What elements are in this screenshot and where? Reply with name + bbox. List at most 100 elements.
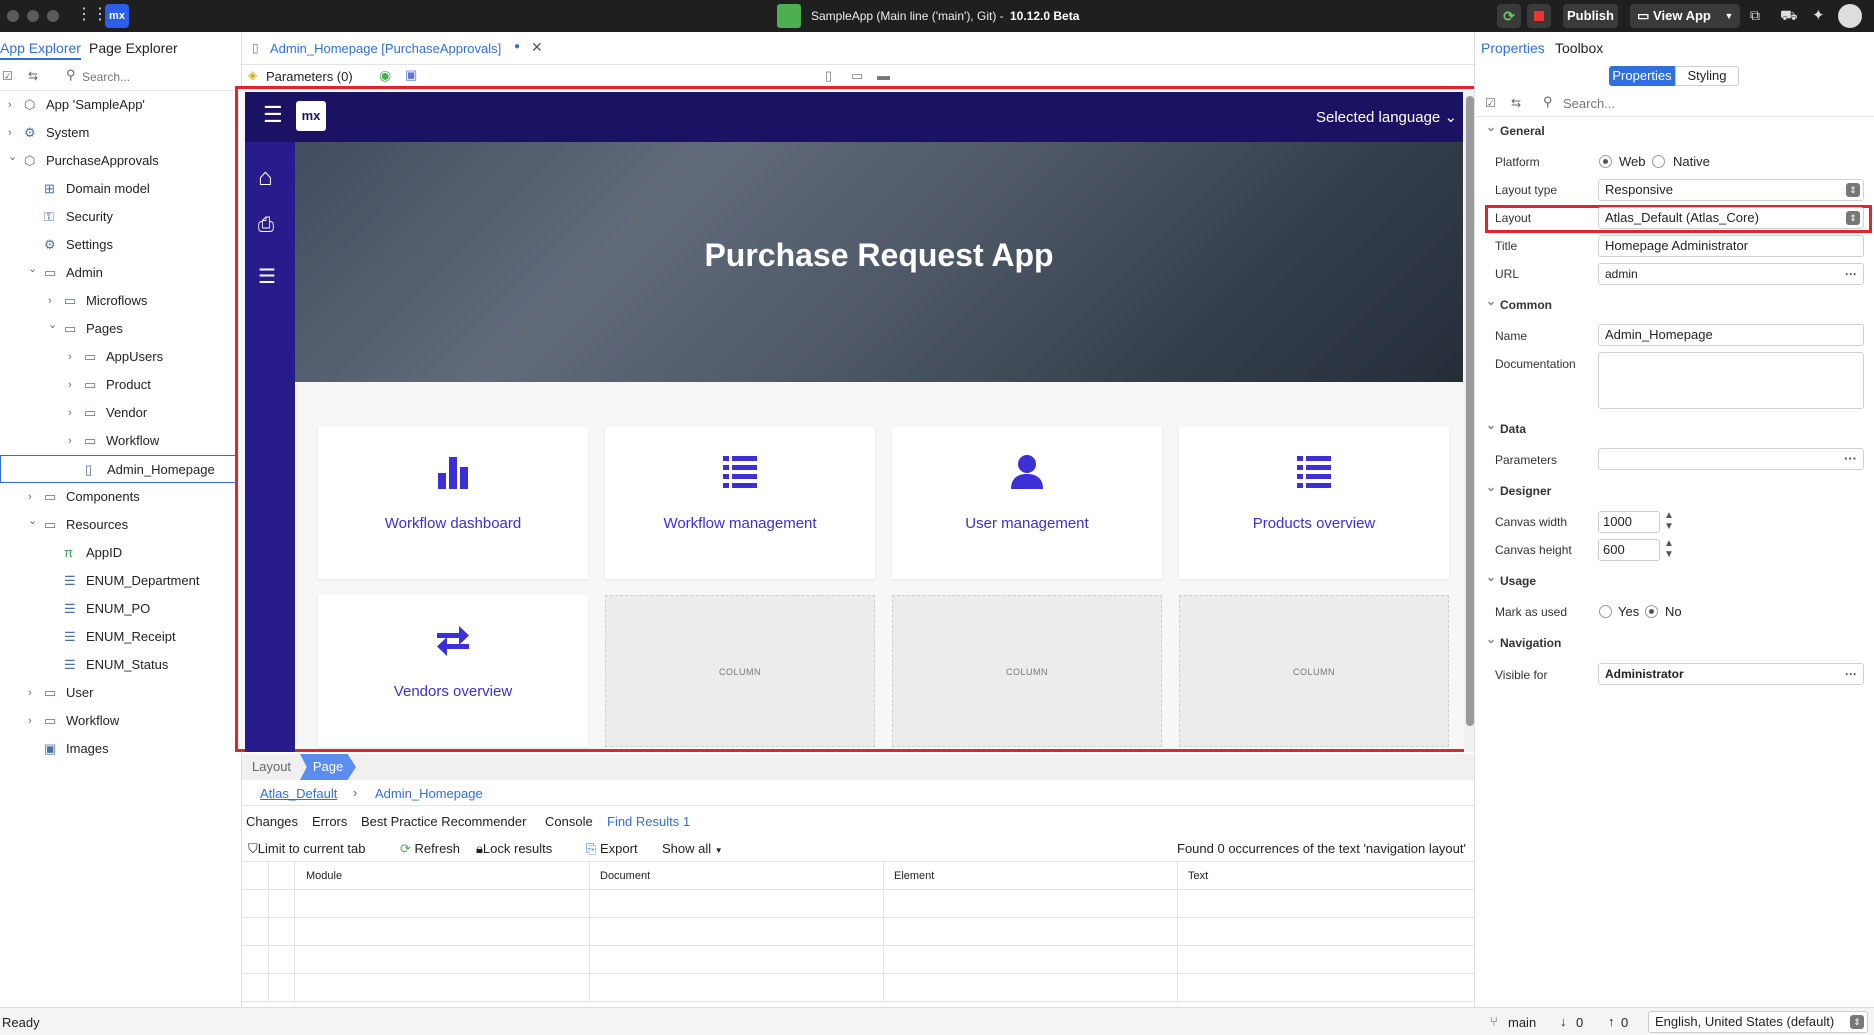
hamburger-icon[interactable]: ☰ [263,102,283,128]
card-user-management[interactable]: User management [892,427,1162,579]
marketplace-icon[interactable]: ⛟ [1780,7,1798,26]
stop-button[interactable] [1527,4,1551,28]
mark-no-radio[interactable] [1645,605,1658,618]
subtab-styling[interactable]: Styling [1675,66,1739,86]
tree-item[interactable]: ⌄ ▭ Resources [0,511,240,539]
column-placeholder[interactable]: COLUMN [605,595,875,747]
explorer-search-input[interactable] [82,67,237,87]
tree-item[interactable]: ⌄ ⬡ PurchaseApprovals [0,147,240,175]
inbox-icon[interactable]: ⎙ [258,214,274,237]
publish-button[interactable]: Publish [1563,4,1618,28]
desktop-icon[interactable]: ▬ [877,68,890,83]
tree-item[interactable]: ⌄ ▭ Admin [0,259,240,287]
subtab-properties[interactable]: Properties [1609,66,1675,86]
col-header-element[interactable]: Element [894,870,934,882]
view-app-dropdown[interactable]: ▼ [1718,4,1740,28]
section-usage[interactable]: Usage [1486,570,1536,588]
sparkle-icon[interactable]: ✦ [1812,6,1825,24]
tree-item[interactable]: ⚿ Security [0,203,240,231]
tree-item[interactable]: ⌄ ▭ Pages [0,315,240,343]
canvas-width-field[interactable]: 1000 [1598,511,1660,533]
tab-app-explorer[interactable]: App Explorer [0,40,81,60]
tree-item[interactable]: › ⚙ System [0,119,240,147]
section-navigation[interactable]: Navigation [1486,632,1561,650]
tree-item[interactable]: › ▭ Microflows [0,287,240,315]
tree-item[interactable]: › ▭ Workflow [0,427,240,455]
section-data[interactable]: Data [1486,418,1526,436]
mark-yes-radio[interactable] [1599,605,1612,618]
tree-item[interactable]: ⊞ Domain model [0,175,240,203]
export-button[interactable]: ⎘ Export [586,841,638,857]
col-header-module[interactable]: Module [306,870,342,882]
chevron-right-icon[interactable]: › [28,679,38,707]
eye-icon[interactable]: ◉ [379,67,391,84]
canvas-width-stepper[interactable]: ▲ ▼ [1664,510,1674,532]
show-all-dropdown[interactable]: Show all ▼ [662,841,723,856]
section-common[interactable]: Common [1486,294,1552,312]
col-header-text[interactable]: Text [1188,870,1208,882]
tab-console[interactable]: Console [545,814,593,829]
list-icon[interactable]: ☰ [258,264,276,289]
scrollbar-thumb[interactable] [1466,96,1474,726]
lock-results-button[interactable]: 🔒︎Lock results [476,841,552,857]
window-icon[interactable]: ⧉ [1750,7,1760,24]
card-workflow-management[interactable]: Workflow management [605,427,875,579]
minimize-window-button[interactable] [27,10,39,22]
platform-native-radio[interactable] [1652,155,1665,168]
platform-web-radio[interactable] [1599,155,1612,168]
chevron-right-icon[interactable]: › [28,707,38,735]
more-icon[interactable]: ··· [1845,664,1857,684]
phone-icon[interactable]: ▯ [825,68,832,84]
tree-item[interactable]: ☰ ENUM_Department [0,567,240,595]
chevron-right-icon[interactable]: › [68,399,78,427]
tree-item[interactable]: ☰ ENUM_Status [0,651,240,679]
tree-item[interactable]: › ▭ User [0,679,240,707]
col-header-document[interactable]: Document [600,870,650,882]
card-vendors-overview[interactable]: Vendors overview [318,595,588,747]
tree-item[interactable]: ▯ Admin_Homepage [0,455,242,483]
tree-item[interactable]: ☰ ENUM_PO [0,595,240,623]
collapse-all-icon[interactable]: ☑ [2,69,13,83]
chevron-down-icon[interactable]: ⌄ [28,507,38,535]
refresh-button[interactable]: ⟳ Refresh [400,841,460,857]
limit-to-tab-button[interactable]: ⛉Limit to current tab [248,841,365,857]
language-select[interactable]: English, United States (default) ⇕ [1648,1011,1868,1033]
language-selector[interactable]: Selected language ⌄ [1316,108,1457,126]
tree-item[interactable]: ▣ Images [0,735,240,763]
chevron-down-icon[interactable]: ⌄ [28,255,38,283]
tab-page[interactable]: Page [300,754,356,780]
avatar[interactable] [1838,4,1862,28]
chevron-down-icon[interactable]: ⌄ [8,143,18,171]
view-app-button[interactable]: ▭ View App [1630,4,1718,28]
card-products-overview[interactable]: Products overview [1179,427,1449,579]
tab-changes[interactable]: Changes [246,814,298,829]
column-placeholder[interactable]: COLUMN [1179,595,1449,747]
chevron-right-icon[interactable]: › [68,343,78,371]
properties-search-input[interactable] [1563,93,1863,113]
visible-for-field[interactable]: Administrator ··· [1598,663,1864,685]
url-field[interactable]: admin ··· [1598,263,1864,285]
home-icon[interactable]: ⌂ [258,164,273,192]
page-canvas[interactable]: ☰ mx Selected language ⌄ ⌂ ⎙ ☰ Purchase … [235,86,1479,752]
tree-item[interactable]: ☰ ENUM_Receipt [0,623,240,651]
section-general[interactable]: General [1486,120,1545,138]
more-icon[interactable]: ··· [1845,264,1857,284]
layout-type-select[interactable]: Responsive ⇕ [1598,179,1864,201]
tree-item[interactable]: › ▭ Workflow [0,707,240,735]
tree-item[interactable]: › ⬡ App 'SampleApp' [0,91,240,119]
name-field[interactable]: Admin_Homepage [1598,324,1864,346]
editor-tab-label[interactable]: Admin_Homepage [PurchaseApprovals] [270,41,501,56]
expand-all-icon[interactable]: ⇆ [1511,96,1521,110]
tree-item[interactable]: π AppID [0,539,240,567]
tree-item[interactable]: › ▭ AppUsers [0,343,240,371]
tab-best-practice[interactable]: Best Practice Recommender [361,814,526,829]
chevron-right-icon[interactable]: › [8,91,18,119]
documentation-field[interactable] [1598,352,1864,409]
parameters-button[interactable]: Parameters (0) [266,69,353,84]
tree-item[interactable]: › ▭ Vendor [0,399,240,427]
card-workflow-dashboard[interactable]: Workflow dashboard [318,427,588,579]
breadcrumb-layout-link[interactable]: Atlas_Default [260,786,337,801]
breadcrumb-page[interactable]: Admin_Homepage [375,786,483,801]
chevron-right-icon[interactable]: › [68,427,78,455]
tab-layout[interactable]: Layout [252,759,291,774]
